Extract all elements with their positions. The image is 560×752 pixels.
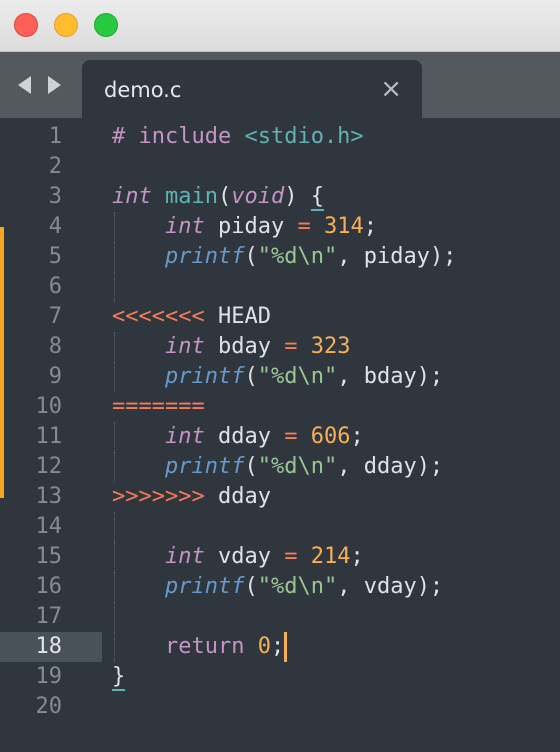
close-tab-icon[interactable]: × <box>380 74 402 104</box>
line-number: 17 <box>35 604 63 629</box>
indent-guide <box>114 602 115 632</box>
code-text: printf("%d\n", piday); <box>164 244 457 269</box>
line-number: 12 <box>35 454 63 479</box>
line-gutter[interactable]: 11 <box>0 422 102 452</box>
line-number: 4 <box>48 214 62 239</box>
line-number: 2 <box>48 154 62 179</box>
tab-bar: demo.c × <box>0 52 560 118</box>
line-number: 5 <box>48 244 62 269</box>
line-number: 13 <box>35 484 63 509</box>
line-gutter[interactable]: 9 <box>0 362 102 392</box>
minimize-window-button[interactable] <box>54 13 78 37</box>
code-line[interactable]: 17 <box>0 602 560 632</box>
git-modified-indicator <box>0 227 4 498</box>
code-text: int vday = 214; <box>164 544 364 569</box>
code-line[interactable]: 13 >>>>>>> dday <box>0 482 560 512</box>
code-text: int bday = 323 <box>164 334 351 359</box>
line-gutter[interactable]: 5 <box>0 242 102 272</box>
line-gutter[interactable]: 20 <box>0 692 102 722</box>
line-gutter[interactable]: 19 <box>0 662 102 692</box>
code-line[interactable]: 6 <box>0 272 560 302</box>
line-gutter[interactable]: 4 <box>0 212 102 242</box>
code-line[interactable]: 11 int dday = 606; <box>0 422 560 452</box>
line-number: 1 <box>48 124 62 149</box>
line-gutter[interactable]: 10 <box>0 392 102 422</box>
line-gutter[interactable]: 18 <box>0 632 102 662</box>
code-line[interactable]: 12 printf("%d\n", dday); <box>0 452 560 482</box>
line-number: 6 <box>48 274 62 299</box>
zoom-window-button[interactable] <box>94 13 118 37</box>
line-gutter[interactable]: 1 <box>0 122 102 152</box>
tab-demo-c[interactable]: demo.c × <box>82 60 422 118</box>
line-gutter[interactable]: 8 <box>0 332 102 362</box>
code-text: >>>>>>> dday <box>112 484 271 509</box>
indent-guide <box>114 272 115 302</box>
code-text: printf("%d\n", dday); <box>164 454 444 479</box>
line-number: 18 <box>35 634 63 659</box>
line-number: 16 <box>35 574 63 599</box>
code-line[interactable]: 10 ======= <box>0 392 560 422</box>
line-gutter[interactable]: 7 <box>0 302 102 332</box>
code-text: int piday = 314; <box>164 214 377 239</box>
code-editor[interactable]: 1 # include <stdio.h> 2 3 int main(void) {4 … <box>0 118 560 752</box>
line-gutter[interactable]: 17 <box>0 602 102 632</box>
line-gutter[interactable]: 16 <box>0 572 102 602</box>
code-line[interactable]: 2 <box>0 152 560 182</box>
line-number: 19 <box>35 664 63 689</box>
code-text: } <box>112 664 126 691</box>
code-text: return 0; <box>164 634 285 659</box>
code-text: int dday = 606; <box>164 424 364 449</box>
line-number: 15 <box>35 544 63 569</box>
line-number: 11 <box>35 424 63 449</box>
code-text: ======= <box>112 394 205 419</box>
code-line[interactable]: 3 int main(void) { <box>0 182 560 212</box>
line-gutter[interactable]: 12 <box>0 452 102 482</box>
code-text: # include <stdio.h> <box>112 124 364 149</box>
code-line[interactable]: 9 printf("%d\n", bday); <box>0 362 560 392</box>
editor-window: demo.c × 1 # include <stdio.h> 2 3 int main(… <box>0 0 560 752</box>
line-number: 8 <box>48 334 62 359</box>
forward-arrow-icon[interactable] <box>48 76 61 94</box>
line-number: 9 <box>48 364 62 389</box>
indent-guide <box>114 512 115 542</box>
line-gutter[interactable]: 15 <box>0 542 102 572</box>
back-arrow-icon[interactable] <box>18 76 31 94</box>
tab-navigation <box>18 76 68 96</box>
code-text: printf("%d\n", bday); <box>164 364 444 389</box>
line-gutter[interactable]: 6 <box>0 272 102 302</box>
line-number: 3 <box>48 184 62 209</box>
code-line[interactable]: 4 int piday = 314; <box>0 212 560 242</box>
code-line[interactable]: 5 printf("%d\n", piday); <box>0 242 560 272</box>
code-text: int main(void) { <box>112 184 324 211</box>
line-gutter[interactable]: 2 <box>0 152 102 182</box>
line-number: 7 <box>48 304 62 329</box>
code-text: printf("%d\n", vday); <box>164 574 444 599</box>
text-cursor <box>284 632 287 662</box>
code-line[interactable]: 14 <box>0 512 560 542</box>
code-line[interactable]: 16 printf("%d\n", vday); <box>0 572 560 602</box>
code-line[interactable]: 1 # include <stdio.h> <box>0 122 560 152</box>
line-number: 10 <box>35 394 63 419</box>
title-bar <box>0 0 560 52</box>
code-line[interactable]: 20 <box>0 692 560 722</box>
line-gutter[interactable]: 3 <box>0 182 102 212</box>
code-line[interactable]: 19} <box>0 662 560 692</box>
line-number: 14 <box>35 514 63 539</box>
code-line[interactable]: 18 return 0; <box>0 632 560 662</box>
line-number: 20 <box>35 694 63 719</box>
line-gutter[interactable]: 14 <box>0 512 102 542</box>
tab-title: demo.c <box>104 78 182 102</box>
code-text: <<<<<<< HEAD <box>112 304 271 329</box>
code-line[interactable]: 8 int bday = 323 <box>0 332 560 362</box>
code-line[interactable]: 7 <<<<<<< HEAD <box>0 302 560 332</box>
code-line[interactable]: 15 int vday = 214; <box>0 542 560 572</box>
line-gutter[interactable]: 13 <box>0 482 102 512</box>
close-window-button[interactable] <box>14 13 38 37</box>
